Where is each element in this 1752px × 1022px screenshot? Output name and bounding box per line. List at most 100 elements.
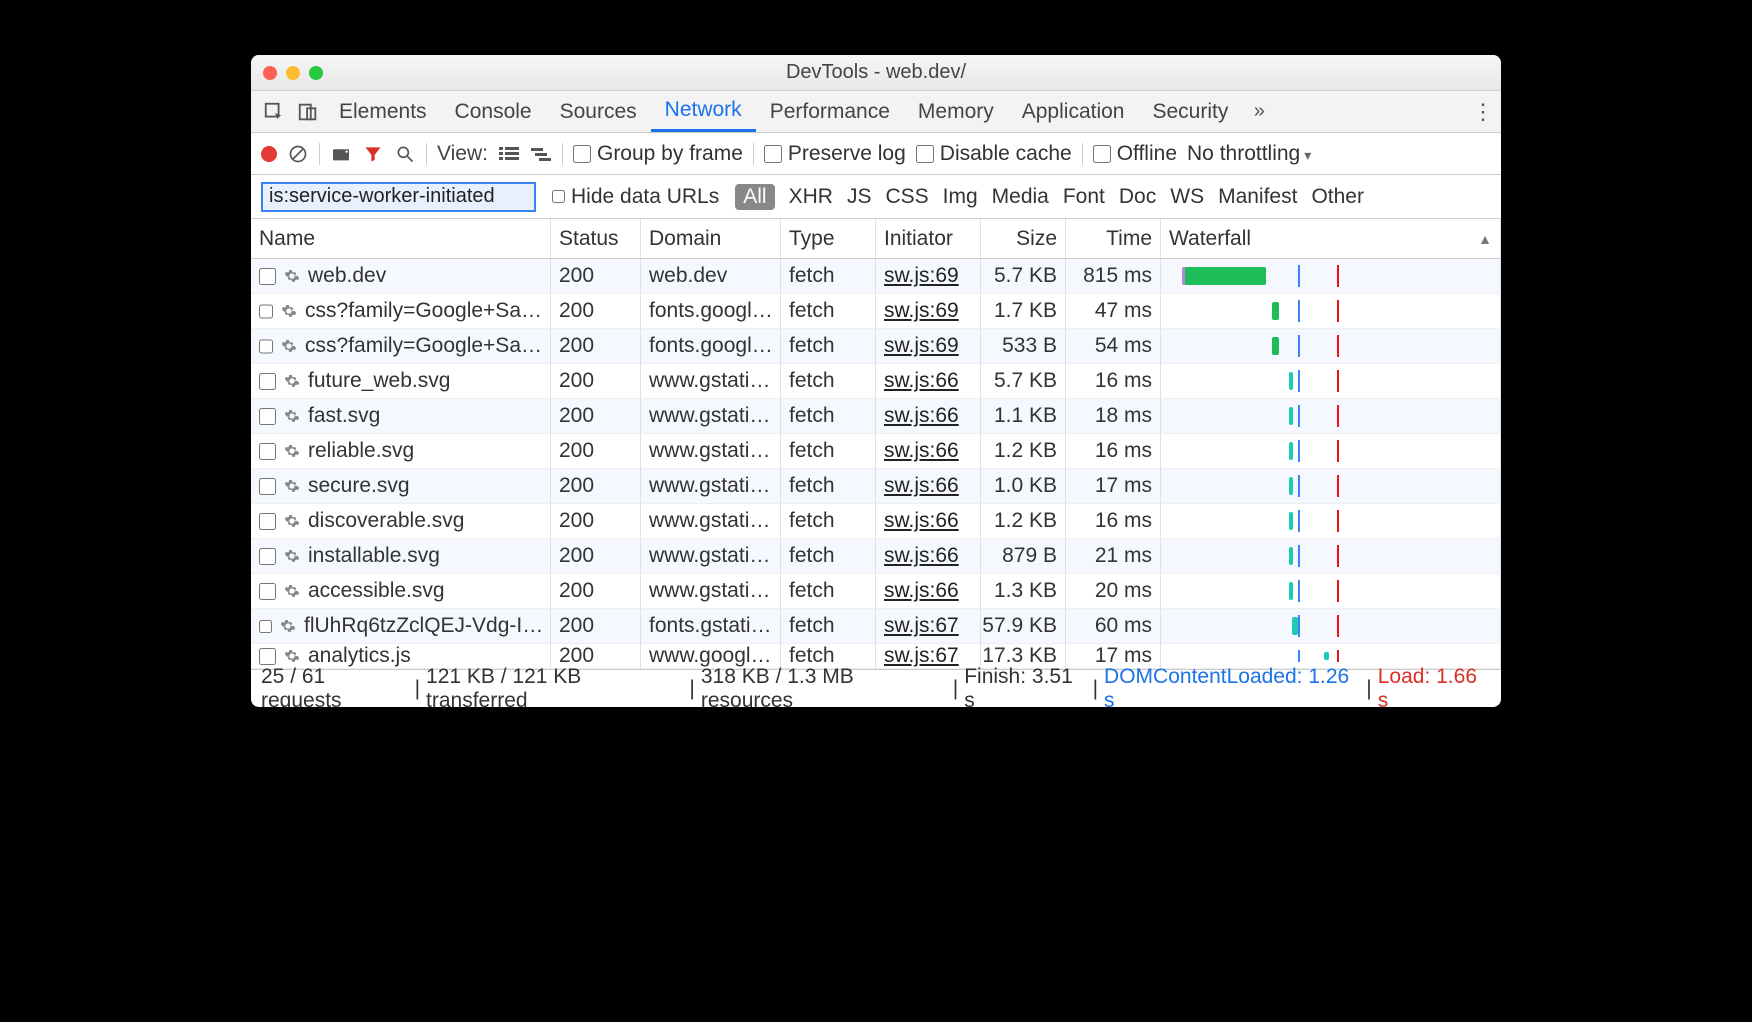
request-status: 200: [551, 539, 641, 573]
filter-type-css[interactable]: CSS: [885, 185, 928, 209]
tab-network[interactable]: Network: [651, 91, 756, 132]
record-button[interactable]: [261, 146, 277, 162]
initiator-link[interactable]: sw.js:66: [884, 369, 959, 393]
tab-elements[interactable]: Elements: [325, 91, 441, 132]
search-icon[interactable]: [394, 143, 416, 165]
column-domain[interactable]: Domain: [641, 219, 781, 258]
request-row[interactable]: flUhRq6tzZclQEJ-Vdg-I…200fonts.gstati…fe…: [251, 609, 1501, 644]
capture-screenshots-icon[interactable]: [330, 143, 352, 165]
column-waterfall[interactable]: Waterfall▲: [1161, 219, 1501, 258]
row-checkbox[interactable]: [259, 513, 276, 530]
request-status: 200: [551, 259, 641, 293]
request-name: installable.svg: [308, 544, 440, 568]
request-row[interactable]: accessible.svg200www.gstati…fetchsw.js:6…: [251, 574, 1501, 609]
preserve-log-checkbox[interactable]: Preserve log: [764, 142, 906, 166]
inspect-element-icon[interactable]: [259, 97, 289, 127]
filter-input[interactable]: [261, 182, 536, 212]
row-checkbox[interactable]: [259, 408, 276, 425]
request-size: 1.2 KB: [981, 504, 1066, 538]
request-time: 47 ms: [1066, 294, 1161, 328]
settings-kebab-icon[interactable]: ⋮: [1471, 99, 1495, 125]
row-checkbox[interactable]: [259, 338, 273, 355]
clear-icon[interactable]: [287, 143, 309, 165]
row-checkbox[interactable]: [259, 648, 276, 665]
initiator-link[interactable]: sw.js:67: [884, 614, 959, 638]
status-bar: 25 / 61 requests| 121 KB / 121 KB transf…: [251, 669, 1501, 707]
tab-security[interactable]: Security: [1138, 91, 1242, 132]
service-worker-gear-icon: [281, 338, 297, 354]
row-checkbox[interactable]: [259, 583, 276, 600]
network-filterbar: Hide data URLs All XHR JS CSS Img Media Font Do…: [251, 175, 1501, 219]
group-by-frame-checkbox[interactable]: Group by frame: [573, 142, 743, 166]
request-status: 200: [551, 434, 641, 468]
filter-type-ws[interactable]: WS: [1170, 185, 1204, 209]
waterfall-view-icon[interactable]: [530, 143, 552, 165]
disable-cache-checkbox[interactable]: Disable cache: [916, 142, 1072, 166]
request-domain: www.gstati…: [641, 399, 781, 433]
initiator-link[interactable]: sw.js:69: [884, 334, 959, 358]
request-row[interactable]: fast.svg200www.gstati…fetchsw.js:661.1 K…: [251, 399, 1501, 434]
network-grid-body: web.dev200web.devfetchsw.js:695.7 KB815 …: [251, 259, 1501, 669]
filter-type-manifest[interactable]: Manifest: [1218, 185, 1297, 209]
tab-memory[interactable]: Memory: [904, 91, 1008, 132]
row-checkbox[interactable]: [259, 478, 276, 495]
initiator-link[interactable]: sw.js:66: [884, 474, 959, 498]
request-row[interactable]: secure.svg200www.gstati…fetchsw.js:661.0…: [251, 469, 1501, 504]
row-checkbox[interactable]: [259, 303, 273, 320]
filter-type-img[interactable]: Img: [943, 185, 978, 209]
device-toolbar-icon[interactable]: [293, 97, 323, 127]
filter-type-font[interactable]: Font: [1063, 185, 1105, 209]
request-row[interactable]: css?family=Google+Sa…200fonts.googl…fetc…: [251, 294, 1501, 329]
hide-data-urls-checkbox[interactable]: Hide data URLs: [552, 185, 719, 209]
initiator-link[interactable]: sw.js:69: [884, 264, 959, 288]
column-time[interactable]: Time: [1066, 219, 1161, 258]
initiator-link[interactable]: sw.js:66: [884, 439, 959, 463]
filter-type-media[interactable]: Media: [992, 185, 1049, 209]
column-size[interactable]: Size: [981, 219, 1066, 258]
initiator-link[interactable]: sw.js:66: [884, 544, 959, 568]
throttling-dropdown[interactable]: No throttling▾: [1187, 142, 1311, 166]
initiator-link[interactable]: sw.js:66: [884, 404, 959, 428]
tab-application[interactable]: Application: [1008, 91, 1139, 132]
filter-icon[interactable]: [362, 143, 384, 165]
service-worker-gear-icon: [284, 513, 300, 529]
request-row[interactable]: future_web.svg200www.gstati…fetchsw.js:6…: [251, 364, 1501, 399]
request-row[interactable]: installable.svg200www.gstati…fetchsw.js:…: [251, 539, 1501, 574]
column-initiator[interactable]: Initiator: [876, 219, 981, 258]
request-time: 20 ms: [1066, 574, 1161, 608]
filter-type-js[interactable]: JS: [847, 185, 872, 209]
request-type: fetch: [781, 434, 876, 468]
row-checkbox[interactable]: [259, 548, 276, 565]
more-tabs-icon[interactable]: »: [1244, 97, 1274, 127]
request-size: 1.7 KB: [981, 294, 1066, 328]
column-type[interactable]: Type: [781, 219, 876, 258]
request-row[interactable]: web.dev200web.devfetchsw.js:695.7 KB815 …: [251, 259, 1501, 294]
tab-console[interactable]: Console: [441, 91, 546, 132]
tab-sources[interactable]: Sources: [546, 91, 651, 132]
request-domain: www.gstati…: [641, 539, 781, 573]
tab-performance[interactable]: Performance: [756, 91, 904, 132]
large-rows-icon[interactable]: [498, 143, 520, 165]
devtools-window: DevTools - web.dev/ ElementsConsoleSourc…: [251, 55, 1501, 707]
row-checkbox[interactable]: [259, 618, 272, 635]
column-name[interactable]: Name: [251, 219, 551, 258]
initiator-link[interactable]: sw.js:66: [884, 509, 959, 533]
offline-checkbox[interactable]: Offline: [1093, 142, 1177, 166]
initiator-link[interactable]: sw.js:66: [884, 579, 959, 603]
service-worker-gear-icon: [284, 373, 300, 389]
filter-type-other[interactable]: Other: [1311, 185, 1364, 209]
filter-type-doc[interactable]: Doc: [1119, 185, 1156, 209]
request-row[interactable]: css?family=Google+Sa…200fonts.googl…fetc…: [251, 329, 1501, 364]
initiator-link[interactable]: sw.js:69: [884, 299, 959, 323]
row-checkbox[interactable]: [259, 268, 276, 285]
row-checkbox[interactable]: [259, 443, 276, 460]
column-status[interactable]: Status: [551, 219, 641, 258]
request-type: fetch: [781, 504, 876, 538]
request-row[interactable]: reliable.svg200www.gstati…fetchsw.js:661…: [251, 434, 1501, 469]
request-domain: www.gstati…: [641, 504, 781, 538]
request-row[interactable]: discoverable.svg200www.gstati…fetchsw.js…: [251, 504, 1501, 539]
row-checkbox[interactable]: [259, 373, 276, 390]
request-waterfall: [1161, 294, 1501, 328]
filter-type-xhr[interactable]: XHR: [789, 185, 833, 209]
filter-type-all[interactable]: All: [735, 184, 774, 210]
